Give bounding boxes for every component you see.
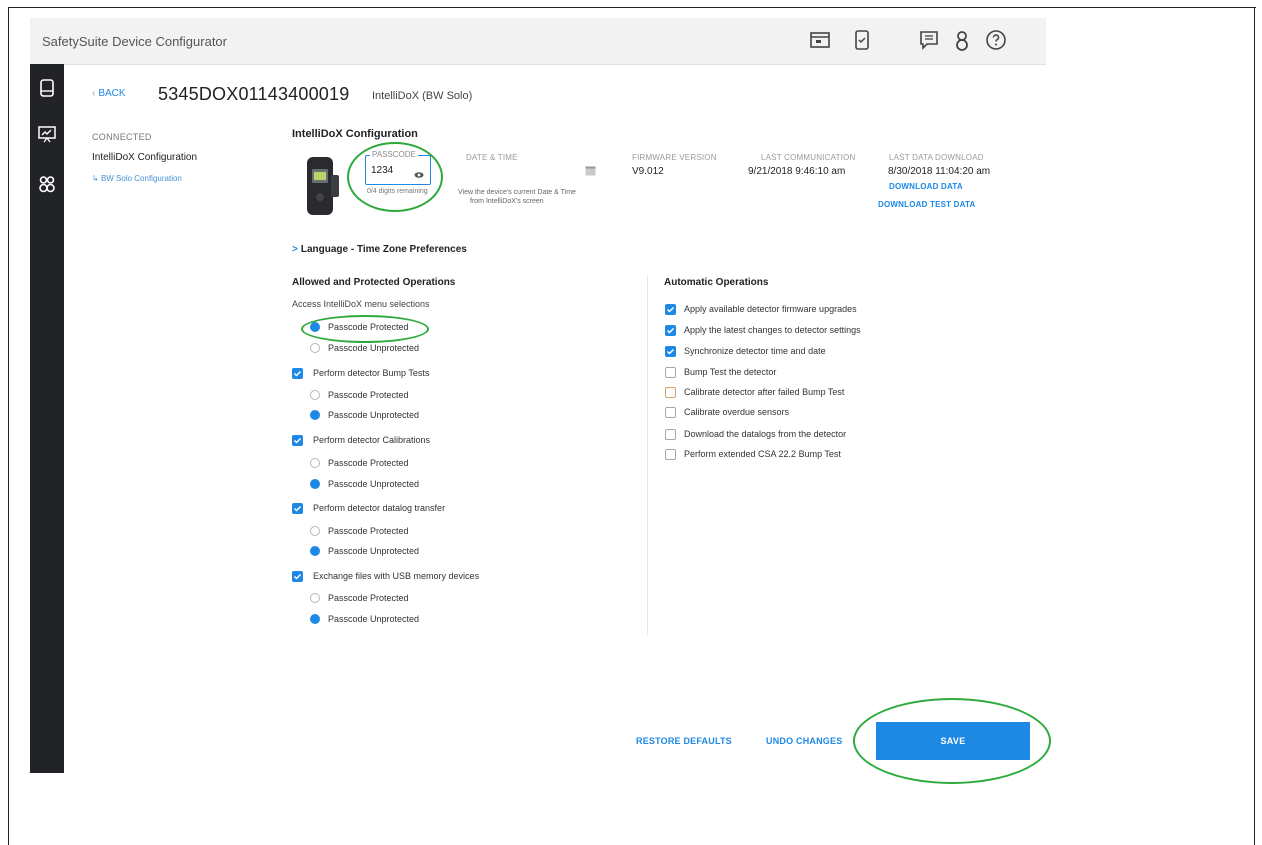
checkbox-label: Apply available detector firmware upgrad… bbox=[684, 304, 857, 314]
presentation-chart-icon[interactable] bbox=[37, 124, 57, 144]
back-link[interactable]: ‹ BACK bbox=[92, 88, 126, 99]
radio-button[interactable] bbox=[310, 614, 320, 624]
radio-button[interactable] bbox=[310, 479, 320, 489]
nav-item-intellidox-config[interactable]: IntelliDoX Configuration bbox=[92, 152, 197, 163]
device-icon[interactable] bbox=[37, 78, 57, 98]
allowed-ops-title: Allowed and Protected Operations bbox=[292, 277, 456, 288]
save-button[interactable]: SAVE bbox=[876, 722, 1030, 760]
date-time-hint-1: View the device's current Date & Time bbox=[458, 189, 576, 196]
frame-border bbox=[8, 8, 9, 845]
option-label: Passcode Protected bbox=[328, 322, 409, 332]
option-label: Passcode Unprotected bbox=[328, 546, 420, 556]
app-title: SafetySuite Device Configurator bbox=[42, 34, 227, 49]
nav-subitem-label: BW Solo Configuration bbox=[100, 174, 182, 183]
last-download-label: LAST DATA DOWNLOAD bbox=[889, 153, 984, 162]
checkbox-label: Bump Test the detector bbox=[684, 367, 777, 377]
frame-border bbox=[8, 7, 1256, 8]
date-time-label: DATE & TIME bbox=[466, 153, 518, 162]
radio-button[interactable] bbox=[310, 410, 320, 420]
download-data-link[interactable]: DOWNLOAD DATA bbox=[889, 182, 963, 191]
option-label: Passcode Protected bbox=[328, 526, 409, 536]
column-divider bbox=[647, 275, 648, 635]
checkbox-label: Exchange files with USB memory devices bbox=[313, 571, 480, 581]
help-icon[interactable] bbox=[984, 28, 1008, 52]
checkbox[interactable] bbox=[665, 429, 676, 440]
nav-subitem-bw-solo-config[interactable]: ↳ BW Solo Configuration bbox=[92, 174, 182, 183]
language-timezone-label: Language - Time Zone Preferences bbox=[300, 244, 467, 255]
checkbox-label: Perform detector datalog transfer bbox=[313, 503, 446, 513]
download-test-data-link[interactable]: DOWNLOAD TEST DATA bbox=[878, 200, 976, 209]
passcode-value: 1234 bbox=[371, 165, 394, 176]
checkbox[interactable] bbox=[665, 367, 676, 378]
option-label: Passcode Unprotected bbox=[328, 479, 420, 489]
option-label: Passcode Protected bbox=[328, 458, 409, 468]
calendar-window-icon[interactable] bbox=[808, 28, 832, 52]
person-icon[interactable] bbox=[950, 28, 974, 52]
option-label: Passcode Unprotected bbox=[328, 614, 420, 624]
language-timezone-link[interactable]: > Language - Time Zone Preferences bbox=[292, 244, 467, 255]
checkbox[interactable] bbox=[665, 407, 676, 418]
calendar-icon[interactable] bbox=[585, 163, 596, 176]
last-download-value: 8/30/2018 11:04:20 am bbox=[888, 166, 991, 177]
device-model: IntelliDoX (BW Solo) bbox=[372, 90, 473, 102]
radio-button[interactable] bbox=[310, 458, 320, 468]
last-comm-label: LAST COMMUNICATION bbox=[761, 153, 856, 162]
radio-button[interactable] bbox=[310, 546, 320, 556]
checkbox[interactable] bbox=[665, 346, 676, 357]
date-time-hint-2: from IntelliDoX's screen bbox=[470, 198, 544, 205]
radio-button[interactable] bbox=[310, 343, 320, 353]
checkbox[interactable] bbox=[292, 503, 303, 514]
checkbox-label: Perform detector Bump Tests bbox=[313, 368, 430, 378]
automatic-ops-title: Automatic Operations bbox=[664, 277, 769, 288]
option-label: Passcode Protected bbox=[328, 390, 409, 400]
eye-icon[interactable] bbox=[414, 166, 424, 178]
restore-defaults-button[interactable]: RESTORE DEFAULTS bbox=[636, 736, 732, 746]
last-comm-value: 9/21/2018 9:46:10 am bbox=[748, 166, 846, 177]
passcode-hint: 0/4 digits remaining bbox=[367, 188, 428, 195]
config-title: IntelliDoX Configuration bbox=[292, 128, 418, 140]
radio-button[interactable] bbox=[310, 390, 320, 400]
firmware-label: FIRMWARE VERSION bbox=[632, 153, 717, 162]
checkbox[interactable] bbox=[292, 435, 303, 446]
checkbox[interactable] bbox=[665, 304, 676, 315]
device-check-icon[interactable] bbox=[850, 28, 874, 52]
title-bar: SafetySuite Device Configurator bbox=[30, 18, 1046, 65]
checkbox-label: Calibrate overdue sensors bbox=[684, 407, 790, 417]
checkbox-label: Perform extended CSA 22.2 Bump Test bbox=[684, 449, 841, 459]
option-label: Passcode Protected bbox=[328, 593, 409, 603]
back-label: BACK bbox=[98, 88, 126, 99]
chat-icon[interactable] bbox=[917, 28, 941, 52]
frame-border bbox=[1254, 8, 1255, 845]
checkbox[interactable] bbox=[292, 368, 303, 379]
checkbox-label: Calibrate detector after failed Bump Tes… bbox=[684, 387, 845, 397]
checkbox[interactable] bbox=[292, 571, 303, 582]
radio-button[interactable] bbox=[310, 322, 320, 332]
option-label: Passcode Unprotected bbox=[328, 410, 420, 420]
checkbox-label: Apply the latest changes to detector set… bbox=[684, 325, 861, 335]
checkbox-label: Perform detector Calibrations bbox=[313, 435, 431, 445]
checkbox[interactable] bbox=[665, 449, 676, 460]
checkbox-label: Synchronize detector time and date bbox=[684, 346, 826, 356]
option-label: Passcode Unprotected bbox=[328, 343, 420, 353]
device-serial: 5345DOX01143400019 bbox=[158, 84, 350, 104]
passcode-label: PASSCODE bbox=[370, 150, 418, 159]
connection-status: CONNECTED bbox=[92, 132, 152, 142]
checkbox[interactable] bbox=[665, 325, 676, 336]
firmware-value: V9.012 bbox=[632, 166, 664, 177]
radio-button[interactable] bbox=[310, 593, 320, 603]
checkbox-label: Download the datalogs from the detector bbox=[684, 429, 847, 439]
device-image bbox=[303, 155, 341, 217]
checkbox[interactable] bbox=[665, 387, 676, 398]
access-menu-caption: Access IntelliDoX menu selections bbox=[292, 299, 430, 309]
sidebar bbox=[30, 64, 64, 773]
undo-changes-button[interactable]: UNDO CHANGES bbox=[766, 736, 842, 746]
radio-button[interactable] bbox=[310, 526, 320, 536]
people-group-icon[interactable] bbox=[37, 174, 57, 194]
